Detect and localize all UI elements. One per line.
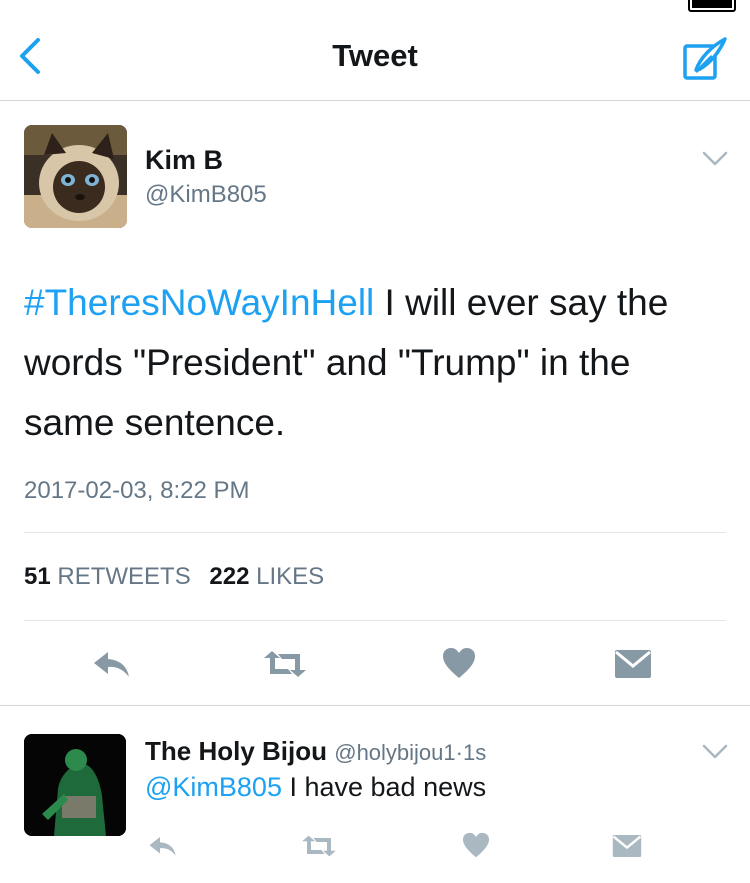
timestamp: 2017-02-03, 8:22 PM bbox=[24, 477, 250, 504]
retweet-icon[interactable] bbox=[262, 649, 308, 679]
reply-tweet[interactable]: The Holy Bijou @holybijou1·1s @KimB805 I… bbox=[0, 706, 750, 883]
likes-count: 222 bbox=[209, 563, 250, 590]
retweets-count: 51 bbox=[24, 563, 51, 590]
main-tweet: Kim B @KimB805 #TheresNoWayInHell I will… bbox=[0, 101, 750, 706]
envelope-icon[interactable] bbox=[612, 834, 642, 858]
reply-body: I have bad news bbox=[281, 772, 487, 802]
hashtag-link[interactable]: #TheresNoWayInHell bbox=[24, 282, 374, 323]
avatar[interactable] bbox=[24, 734, 126, 836]
author-name[interactable]: Kim B bbox=[145, 145, 223, 176]
avatar[interactable] bbox=[24, 125, 127, 228]
mention-link[interactable]: @KimB805 bbox=[145, 772, 282, 802]
author-handle[interactable]: @KimB805 bbox=[145, 181, 267, 209]
page-title: Tweet bbox=[332, 38, 418, 73]
heart-icon[interactable] bbox=[462, 832, 490, 858]
reply-author: The Holy Bijou @holybijou1·1s bbox=[145, 736, 486, 767]
likes-label: LIKES bbox=[256, 563, 325, 590]
chevron-down-icon[interactable] bbox=[702, 151, 728, 167]
envelope-icon[interactable] bbox=[614, 649, 652, 679]
tweet-text: #TheresNoWayInHell I will ever say the w… bbox=[24, 273, 724, 453]
nav-bar: Tweet bbox=[0, 14, 750, 101]
reply-text: @KimB805 I have bad news bbox=[145, 772, 486, 803]
battery-icon bbox=[688, 0, 736, 12]
retweets-label: RETWEETS bbox=[57, 563, 191, 590]
reply-icon[interactable] bbox=[92, 649, 132, 679]
tweet-stats: 51 RETWEETS 222 LIKES bbox=[24, 563, 336, 591]
status-bar bbox=[0, 0, 750, 14]
likes-stat[interactable]: 222 LIKES bbox=[209, 563, 324, 590]
reply-time: 1s bbox=[462, 740, 487, 765]
reply-author-name[interactable]: The Holy Bijou bbox=[145, 736, 327, 766]
reply-author-handle[interactable]: @holybijou1 bbox=[334, 740, 455, 765]
heart-icon[interactable] bbox=[442, 647, 476, 679]
chevron-down-icon[interactable] bbox=[702, 744, 728, 760]
meta-separator: · bbox=[455, 740, 463, 765]
divider bbox=[24, 532, 726, 533]
reply-icon[interactable] bbox=[148, 834, 178, 858]
retweets-stat[interactable]: 51 RETWEETS bbox=[24, 563, 191, 590]
compose-button[interactable] bbox=[682, 36, 728, 82]
divider bbox=[24, 620, 726, 621]
retweet-icon[interactable] bbox=[300, 834, 338, 858]
